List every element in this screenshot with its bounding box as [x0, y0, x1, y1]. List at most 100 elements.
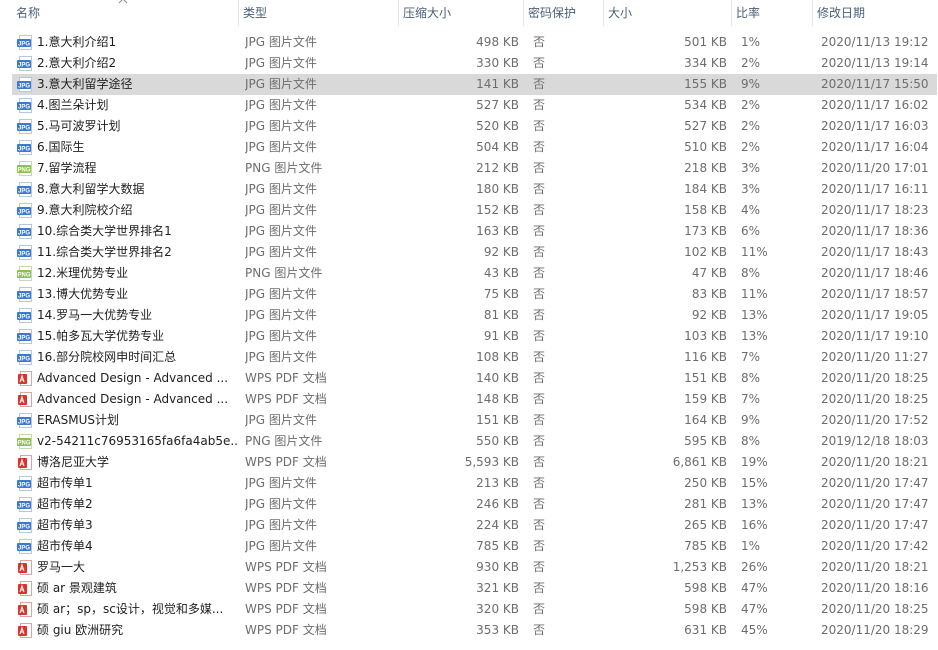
file-modified-date: 2020/11/20 18:25 — [821, 392, 929, 406]
file-name: 硕 giu 欧洲研究 — [37, 623, 124, 637]
jpg-file-icon: JPG — [17, 413, 33, 428]
file-row[interactable]: JPG 2.意大利介绍2 JPG 图片文件 330 KB 否 334 KB 2% 2020/1… — [0, 53, 938, 74]
file-row[interactable]: JPG 1.意大利介绍1 JPG 图片文件 498 KB 否 501 KB 1% 2020/1… — [0, 32, 938, 53]
file-row[interactable]: 博洛尼亚大学 WPS PDF 文档 5,593 KB 否 6,861 KB 19% 2020… — [0, 452, 938, 473]
file-password-protected: 否 — [533, 350, 546, 364]
file-size: 164 KB — [684, 413, 727, 427]
file-ratio: 8% — [741, 434, 761, 448]
column-header-ratio[interactable]: 比率 — [732, 0, 813, 26]
file-modified-date: 2020/11/17 16:02 — [821, 98, 929, 112]
file-row[interactable]: JPG 9.意大利院校介绍 JPG 图片文件 152 KB 否 158 KB 4% 2020/… — [0, 200, 938, 221]
column-header-type[interactable]: 类型 — [239, 0, 399, 26]
file-row[interactable]: 硕 ar；sp，sc设计，视觉和多媒... WPS PDF 文档 320 KB 否 59… — [0, 599, 938, 620]
file-row[interactable]: PNG v2-54211c76953165fa6fa4ab5e... PNG 图片文… — [0, 431, 938, 452]
column-header-size[interactable]: 大小 — [604, 0, 732, 26]
file-password-protected: 否 — [533, 539, 546, 553]
file-row[interactable]: JPG 13.博大优势专业 JPG 图片文件 75 KB 否 83 KB 11% 2020/1… — [0, 284, 938, 305]
file-name: 硕 ar；sp，sc设计，视觉和多媒... — [37, 602, 224, 616]
file-ratio: 1% — [741, 35, 761, 49]
file-row[interactable]: PNG 12.米理优势专业 PNG 图片文件 43 KB 否 47 KB 8% 2020/11… — [0, 263, 938, 284]
file-modified-date: 2020/11/17 18:43 — [821, 245, 929, 259]
file-compressed-size: 527 KB — [476, 98, 519, 112]
file-compressed-size: 151 KB — [476, 413, 519, 427]
file-size: 159 KB — [684, 392, 727, 406]
jpg-file-icon: JPG — [17, 518, 33, 533]
file-row[interactable]: JPG 超市传单4 JPG 图片文件 785 KB 否 785 KB 1% 2020/11/2… — [0, 536, 938, 557]
file-modified-date: 2019/12/18 18:03 — [821, 434, 929, 448]
file-row[interactable]: Advanced Design - Advanced ... WPS PDF 文档… — [0, 368, 938, 389]
jpg-file-icon: JPG — [17, 497, 33, 512]
file-compressed-size: 108 KB — [476, 350, 519, 364]
file-name: 10.综合类大学世界排名1 — [37, 224, 172, 238]
file-name: 6.国际生 — [37, 140, 85, 154]
file-row[interactable]: 罗马一大 WPS PDF 文档 930 KB 否 1,253 KB 26% 2020/11/… — [0, 557, 938, 578]
file-size: 334 KB — [684, 56, 727, 70]
file-password-protected: 否 — [533, 245, 546, 259]
file-password-protected: 否 — [533, 392, 546, 406]
file-row[interactable]: JPG 11.综合类大学世界排名2 JPG 图片文件 92 KB 否 102 KB 11% 2… — [0, 242, 938, 263]
file-row[interactable]: JPG 15.帕多瓦大学优势专业 JPG 图片文件 91 KB 否 103 KB 13% 20… — [0, 326, 938, 347]
svg-text:PNG: PNG — [17, 168, 30, 174]
file-row[interactable]: JPG 10.综合类大学世界排名1 JPG 图片文件 163 KB 否 173 KB 6% 2… — [0, 221, 938, 242]
file-compressed-size: 212 KB — [476, 161, 519, 175]
file-name: 硕 ar 景观建筑 — [37, 581, 117, 595]
file-size: 218 KB — [684, 161, 727, 175]
svg-text:JPG: JPG — [18, 126, 30, 132]
file-row[interactable]: 硕 giu 欧洲研究 WPS PDF 文档 353 KB 否 631 KB 45% 2020… — [0, 620, 938, 641]
file-password-protected: 否 — [533, 497, 546, 511]
file-modified-date: 2020/11/20 18:21 — [821, 560, 929, 574]
svg-text:JPG: JPG — [18, 504, 30, 510]
file-row[interactable]: JPG 超市传单2 JPG 图片文件 246 KB 否 281 KB 13% 2020/11/… — [0, 494, 938, 515]
file-modified-date: 2020/11/20 17:52 — [821, 413, 929, 427]
file-row[interactable]: JPG 8.意大利留学大数据 JPG 图片文件 180 KB 否 184 KB 3% 2020… — [0, 179, 938, 200]
column-header-password[interactable]: 密码保护 — [524, 0, 604, 26]
file-list: JPG 1.意大利介绍1 JPG 图片文件 498 KB 否 501 KB 1% 2020/1… — [0, 32, 938, 641]
file-compressed-size: 213 KB — [476, 476, 519, 490]
file-ratio: 13% — [741, 308, 768, 322]
file-compressed-size: 180 KB — [476, 182, 519, 196]
file-type: JPG 图片文件 — [245, 539, 317, 553]
file-type: WPS PDF 文档 — [245, 560, 327, 574]
file-row[interactable]: Advanced Design - Advanced ... WPS PDF 文档… — [0, 389, 938, 410]
column-header-name[interactable]: 名称 — [12, 0, 239, 26]
file-compressed-size: 550 KB — [476, 434, 519, 448]
file-ratio: 47% — [741, 602, 768, 616]
file-row[interactable]: JPG 5.马可波罗计划 JPG 图片文件 520 KB 否 527 KB 2% 2020/1… — [0, 116, 938, 137]
file-compressed-size: 246 KB — [476, 497, 519, 511]
file-row[interactable]: JPG 3.意大利留学途径 JPG 图片文件 141 KB 否 155 KB 9% 2020/… — [0, 74, 938, 95]
column-header-compressed-label: 压缩大小 — [403, 6, 452, 20]
file-password-protected: 否 — [533, 35, 546, 49]
file-modified-date: 2020/11/20 11:27 — [821, 350, 929, 364]
file-row[interactable]: JPG 16.部分院校网申时间汇总 JPG 图片文件 108 KB 否 116 KB 7% 2… — [0, 347, 938, 368]
svg-text:JPG: JPG — [18, 252, 30, 258]
file-row[interactable]: JPG 超市传单3 JPG 图片文件 224 KB 否 265 KB 16% 2020/11/… — [0, 515, 938, 536]
column-header-modified[interactable]: 修改日期 — [813, 0, 938, 26]
file-ratio: 2% — [741, 56, 761, 70]
file-ratio: 4% — [741, 203, 761, 217]
file-modified-date: 2020/11/17 19:05 — [821, 308, 929, 322]
column-header-modified-label: 修改日期 — [817, 6, 866, 20]
column-header-compressed-size[interactable]: 压缩大小 — [399, 0, 524, 26]
file-compressed-size: 320 KB — [476, 602, 519, 616]
file-password-protected: 否 — [533, 119, 546, 133]
file-row[interactable]: JPG 14.罗马一大优势专业 JPG 图片文件 81 KB 否 92 KB 13% 2020… — [0, 305, 938, 326]
file-type: JPG 图片文件 — [245, 119, 317, 133]
file-password-protected: 否 — [533, 182, 546, 196]
file-modified-date: 2020/11/17 16:11 — [821, 182, 929, 196]
png-file-icon: PNG — [17, 266, 33, 281]
file-modified-date: 2020/11/20 18:29 — [821, 623, 929, 637]
pdf-file-icon — [17, 455, 33, 470]
file-row[interactable]: JPG 超市传单1 JPG 图片文件 213 KB 否 250 KB 15% 2020/11/… — [0, 473, 938, 494]
file-type: WPS PDF 文档 — [245, 392, 327, 406]
file-row[interactable]: JPG 4.图兰朵计划 JPG 图片文件 527 KB 否 534 KB 2% 2020/11… — [0, 95, 938, 116]
file-type: JPG 图片文件 — [245, 287, 317, 301]
file-row[interactable]: 硕 ar 景观建筑 WPS PDF 文档 321 KB 否 598 KB 47% 2020/… — [0, 578, 938, 599]
file-row[interactable]: PNG 7.留学流程 PNG 图片文件 212 KB 否 218 KB 3% 2020/11/… — [0, 158, 938, 179]
file-ratio: 11% — [741, 245, 768, 259]
file-row[interactable]: JPG ERASMUS计划 JPG 图片文件 151 KB 否 164 KB 9% 2020/… — [0, 410, 938, 431]
file-row[interactable]: JPG 6.国际生 JPG 图片文件 504 KB 否 510 KB 2% 2020/11/1… — [0, 137, 938, 158]
file-ratio: 9% — [741, 413, 761, 427]
jpg-file-icon: JPG — [17, 350, 33, 365]
jpg-file-icon: JPG — [17, 539, 33, 554]
file-ratio: 13% — [741, 497, 768, 511]
